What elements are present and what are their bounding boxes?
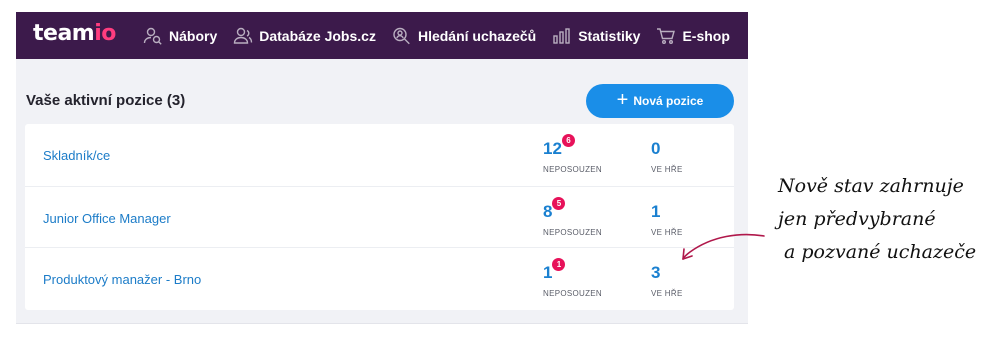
annotation-line: a pozvané uchazeče <box>784 241 977 263</box>
annotation-note: Nově stav zahrnuje jen předvybrané a poz… <box>778 170 976 269</box>
annotation-arrow <box>682 233 765 260</box>
annotation-line: Nově stav zahrnuje <box>778 175 964 197</box>
annotation-line: jen předvybrané <box>778 208 936 230</box>
